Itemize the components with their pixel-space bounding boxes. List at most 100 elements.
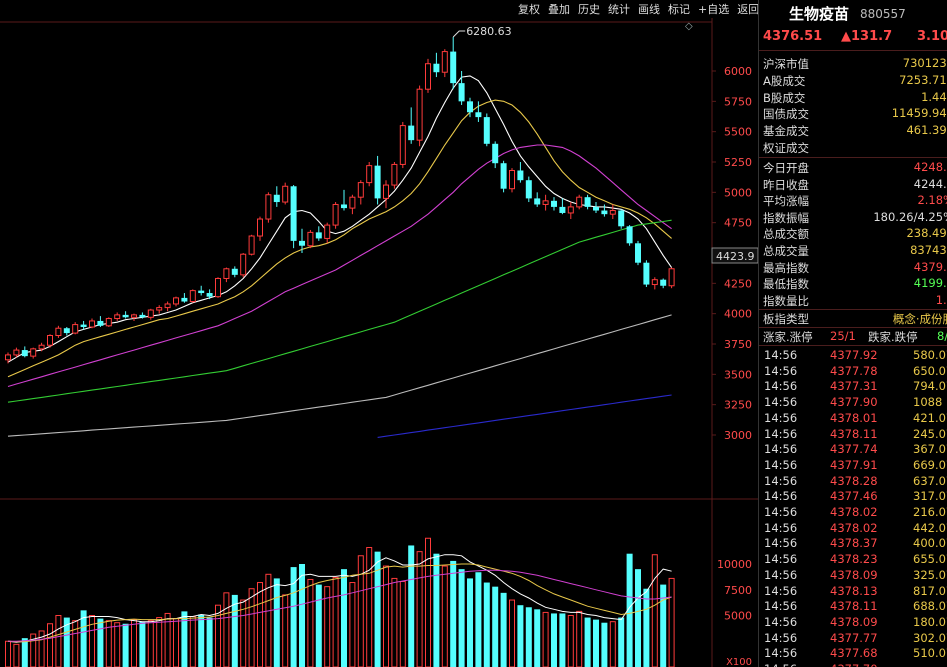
candle-body-up: [324, 224, 331, 239]
tick-row: 14:56 4377.78 650.07: [759, 364, 947, 380]
tick-price: 4377.46: [830, 489, 878, 504]
volume-bar-down: [643, 588, 650, 667]
stat-label: 指数量比: [763, 293, 809, 308]
volume-bar-down: [551, 613, 557, 667]
price-tick-label: 6000: [724, 65, 752, 78]
candle-body-down: [198, 290, 205, 294]
volume-bar-down: [483, 582, 490, 667]
decliners-label: 跌家.跌停: [868, 330, 918, 344]
volume-bar-down: [660, 584, 667, 667]
candle-body-down: [315, 232, 322, 239]
volume-bar-down: [198, 614, 205, 667]
stat-row: 国债成交 11459.940: [759, 106, 947, 122]
candle-body-down: [584, 197, 591, 207]
stat-row: 指数振幅 180.26/4.25%: [759, 210, 947, 226]
candle-body-up: [391, 163, 398, 186]
tick-row: 14:56 4378.11 245.07: [759, 427, 947, 443]
current-price-label: 4423.9: [716, 250, 755, 263]
stat-label: 指数振幅: [763, 210, 809, 225]
candle-body-up: [383, 184, 389, 199]
candle-body-down: [601, 210, 608, 215]
candle-body-up: [114, 314, 121, 320]
volume-bar-down: [273, 578, 280, 667]
candle-body-down: [374, 165, 381, 199]
candle-body-down: [408, 125, 415, 141]
volume-bar-down: [492, 586, 499, 667]
stat-label: 基金成交: [763, 124, 809, 139]
candle-body-down: [21, 350, 28, 357]
candle-body-down: [475, 112, 482, 118]
volume-bar-up: [47, 623, 53, 667]
candle-body-down: [433, 63, 440, 73]
tick-time: 14:56: [764, 630, 798, 645]
stat-label: 平均涨幅: [763, 194, 809, 209]
volume-bar-up: [114, 622, 121, 667]
tick-time: 14:56: [764, 426, 798, 441]
tick-volume: 580.07: [913, 348, 947, 362]
volume-bar-up: [399, 581, 406, 667]
candle-body-down: [458, 83, 465, 102]
candle-body-up: [164, 303, 171, 309]
volume-tick-label: 5000: [724, 610, 752, 623]
stat-row: 权证成交: [759, 140, 947, 156]
tick-volume: 325.07: [913, 567, 947, 582]
candle-body-down: [467, 101, 473, 113]
tick-time: 14:56: [764, 348, 798, 362]
candle-body-down: [290, 186, 297, 241]
tick-row: 14:56 4378.02 216.07: [759, 505, 947, 521]
divider: [759, 327, 947, 328]
volume-bar-down: [206, 617, 213, 667]
stat-row: 基金成交 461.390: [759, 123, 947, 139]
volume-bar-up: [89, 615, 95, 667]
tick-time: 14:56: [764, 646, 798, 661]
volume-tick-label: 10000: [717, 558, 752, 571]
candle-body-up: [441, 51, 448, 73]
tick-price: 4378.01: [830, 410, 878, 425]
stat-row: 昨日收盘 4244.8: [759, 177, 947, 193]
tick-time: 14:56: [764, 457, 798, 472]
tick-volume: 650.07: [913, 363, 947, 378]
candle-body-up: [366, 165, 373, 184]
tick-row: 14:56 4377.74 367.07: [759, 442, 947, 458]
volume-bar-up: [147, 620, 154, 667]
volume-bar-up: [131, 619, 137, 667]
tick-price: 4378.02: [830, 520, 878, 535]
tick-volume: 367.07: [913, 442, 947, 457]
volume-bar-up: [156, 617, 163, 667]
candle-body-down: [643, 262, 650, 285]
kline-chart[interactable]: 3000325035003750400042504500475050005250…: [0, 0, 758, 667]
price-change-pct: 3.10%: [917, 29, 947, 44]
candle-body-up: [651, 279, 658, 286]
candle-body-up: [567, 206, 574, 214]
stat-row: 平均涨幅 2.18%: [759, 193, 947, 209]
candle-body-down: [63, 328, 70, 334]
stat-row: B股成交 1.440: [759, 90, 947, 106]
tick-price: 4378.09: [830, 614, 878, 629]
volume-bar-down: [181, 611, 188, 667]
candle-body-up: [332, 203, 339, 226]
tick-price: 4378.09: [830, 567, 878, 582]
volume-bar-up: [609, 621, 616, 667]
candle-body-up: [349, 196, 356, 209]
stat-value: 7301230: [902, 56, 947, 70]
candle-body-down: [500, 163, 507, 189]
tick-row: 14:56 4377.31 794.07: [759, 379, 947, 395]
index-code: 880557: [860, 7, 906, 21]
candle-body-down: [231, 268, 238, 275]
tick-time: 14:56: [764, 395, 798, 410]
tick-time: 14:56: [764, 536, 798, 551]
price-tick-label: 3750: [724, 338, 752, 351]
price-change: ▲131.7: [841, 29, 893, 44]
tick-price: 4378.02: [830, 505, 878, 519]
tick-time: 14:56: [764, 520, 798, 535]
volume-bar-down: [601, 622, 608, 667]
candle-body-down: [341, 204, 347, 209]
volume-bar-up: [509, 599, 515, 667]
board-type-value[interactable]: 概念·成份股: [867, 311, 947, 327]
volume-bar-up: [668, 577, 675, 667]
candle-body-up: [173, 297, 179, 305]
volume-bar-up: [391, 577, 398, 667]
divider: [759, 309, 947, 310]
tick-volume: 510.07: [913, 646, 947, 661]
volume-bar-up: [567, 615, 574, 667]
